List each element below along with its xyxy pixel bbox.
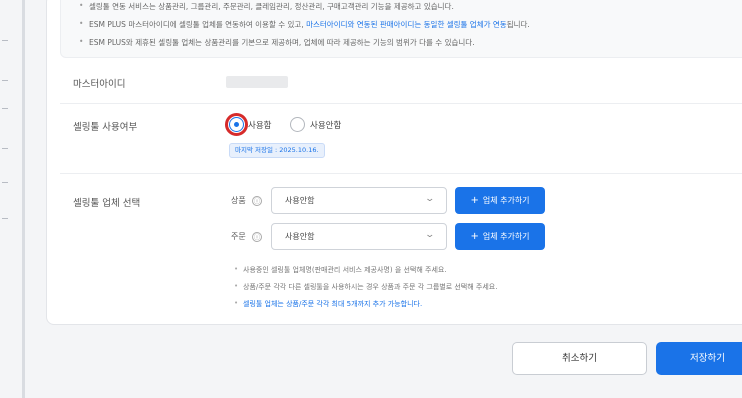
vendor-label: 셀링툴 업체 선택 [73,198,141,209]
product-vendor-value: 사용안함 [285,196,315,205]
product-vendor-select[interactable]: 사용안함 ⌄ [271,187,447,214]
plus-icon: + [470,195,479,206]
radio-unused-label[interactable]: 사용안함 [310,119,341,131]
add-order-vendor-button[interactable]: + 업체 추가하기 [455,223,545,250]
nav-marker [2,148,8,149]
master-id-value-masked [226,76,288,88]
hint-text: 셀링툴 업체는 상품/주문 각각 최대 5개까지 추가 가능합니다. [234,299,422,309]
usage-label: 셀링툴 사용여부 [73,122,138,133]
info-icon[interactable]: ⓘ [252,196,262,206]
order-vendor-select[interactable]: 사용안함 ⌄ [271,223,447,250]
chevron-down-icon: ⌄ [424,194,436,204]
nav-marker [2,108,8,109]
radio-use[interactable] [229,117,244,132]
notice-line: 셀링툴 연동 서비스는 상품관리, 그룹관리, 주문관리, 클레임관리, 정산관… [79,1,454,12]
chevron-down-icon: ⌄ [424,230,436,240]
hint-text: 사용중인 셀링툴 업체명(판매관리 서비스 제공사명) 을 선택해 주세요. [234,265,447,275]
cancel-button[interactable]: 취소하기 [512,342,647,375]
last-saved-badge: 마지막 저장일 : 2025.10.16. [229,143,325,158]
nav-scrollbar[interactable] [22,0,25,398]
add-product-vendor-button[interactable]: + 업체 추가하기 [455,187,545,214]
radio-unused[interactable] [290,117,305,132]
info-icon[interactable]: ⓘ [252,232,262,242]
divider [60,173,742,174]
notice-line: ESM PLUS 마스터아이디에 셀링툴 업체를 연동하여 이용할 수 있고, … [79,19,530,30]
divider [60,103,742,104]
left-nav-rail [0,0,30,398]
nav-marker [2,218,8,219]
order-label: 주문 [231,232,246,241]
hint-text: 상품/주문 각각 다른 셀링툴을 사용하시는 경우 상품과 주문 각 그룹별로 … [234,282,497,292]
nav-marker [2,182,8,183]
nav-marker [2,40,8,41]
master-id-label: 마스터아이디 [73,79,126,90]
radio-use-label[interactable]: 사용함 [248,119,271,131]
save-button[interactable]: 저장하기 [656,342,742,375]
plus-icon: + [470,231,479,242]
nav-marker [2,80,8,81]
order-vendor-value: 사용안함 [285,232,315,241]
notice-line: ESM PLUS와 제휴된 셀링툴 업체는 상품관리를 기본으로 제공하며, 업… [79,37,475,48]
notice-box: 셀링툴 연동 서비스는 상품관리, 그룹관리, 주문관리, 클레임관리, 정산관… [60,0,742,58]
product-label: 상품 [231,196,246,205]
